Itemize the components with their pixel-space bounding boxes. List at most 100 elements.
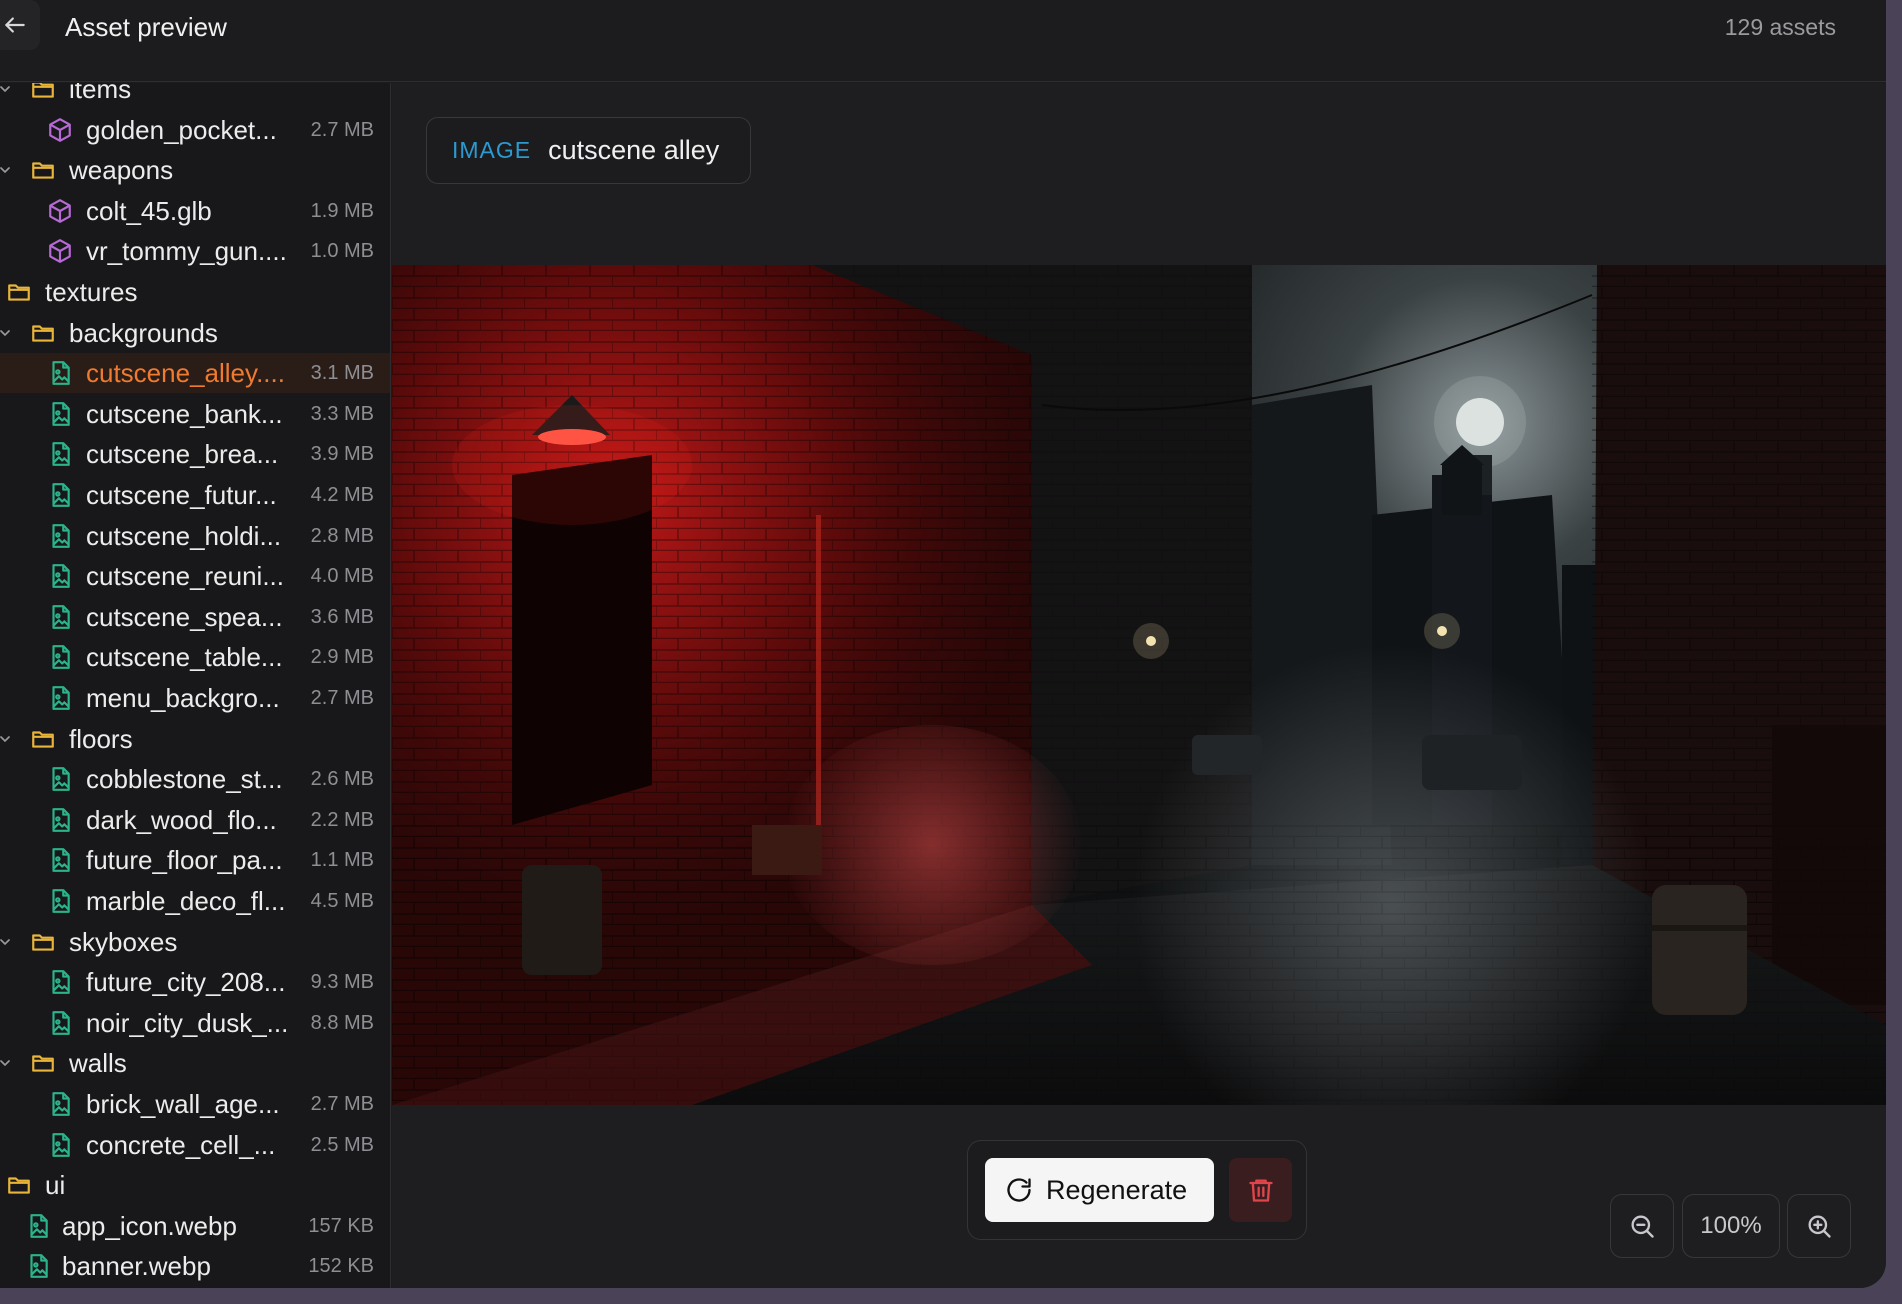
file-label: cutscene_futur... [86, 480, 277, 510]
folder-row[interactable]: textures [0, 272, 390, 312]
delete-button[interactable] [1229, 1158, 1292, 1222]
file-row[interactable]: dark_wood_flo... 2.2 MB [0, 800, 390, 840]
file-row[interactable]: golden_pocket... 2.7 MB [0, 110, 390, 150]
file-size: 2.9 MB [310, 646, 374, 669]
file-label: cutscene_bank... [86, 398, 283, 429]
folder-row[interactable]: backgrounds [0, 313, 390, 353]
file-row[interactable]: cutscene_futur... 4.2 MB [0, 475, 390, 515]
asset-action-bar: Regenerate [967, 1140, 1307, 1240]
file-row[interactable]: colt_45.glb 1.9 MB [0, 191, 390, 231]
folder-row[interactable]: ui [0, 1165, 390, 1205]
image-file-icon [47, 563, 73, 589]
asset-type-label: IMAGE [452, 137, 532, 163]
zoom-out-icon [1631, 1215, 1654, 1238]
file-size: 3.1 MB [310, 362, 374, 385]
file-size: 1.9 MB [310, 199, 374, 222]
folder-row[interactable]: items [0, 83, 390, 109]
file-row[interactable]: future_city_208... 9.3 MB [0, 962, 390, 1002]
folder-row[interactable]: skyboxes [0, 922, 390, 962]
image-file-icon [47, 847, 73, 873]
alley-scene-image [392, 265, 1886, 1105]
file-size: 2.7 MB [310, 1093, 374, 1115]
asset-tree-sidebar: items golden_pocket... 2.7 MB weapons colt_4… [0, 83, 391, 1288]
file-size: 1.0 MB [310, 240, 374, 263]
folder-icon [30, 929, 56, 955]
folder-label: skyboxes [69, 926, 178, 957]
folder-icon [6, 1172, 32, 1198]
file-row[interactable]: noir_city_dusk_... 8.8 MB [0, 1003, 390, 1043]
image-file-icon [25, 1213, 51, 1239]
file-row[interactable]: future_floor_pa... 1.1 MB [0, 840, 390, 880]
image-file-icon [47, 888, 73, 914]
file-row[interactable]: cutscene_alley.... 3.1 MB [0, 353, 390, 394]
image-preview[interactable] [392, 265, 1886, 1105]
file-label: app_icon.webp [62, 1210, 237, 1241]
image-file-icon [25, 1253, 51, 1279]
image-file-icon [47, 401, 73, 427]
chevron-down-icon[interactable] [0, 934, 13, 950]
folder-label: walls [69, 1048, 127, 1079]
chevron-down-icon[interactable] [0, 83, 13, 97]
folder-label: ui [45, 1170, 66, 1201]
trash-icon [1248, 1179, 1273, 1202]
file-label: cutscene_alley.... [86, 358, 285, 389]
zoom-out-button[interactable] [1610, 1194, 1674, 1258]
file-row[interactable]: cutscene_reuni... 4.0 MB [0, 556, 390, 596]
image-file-icon [47, 807, 73, 833]
folder-label: backgrounds [69, 317, 218, 348]
file-row[interactable]: banner.webp 152 KB [0, 1246, 390, 1286]
chevron-down-icon[interactable] [0, 325, 13, 341]
folder-icon [30, 726, 56, 752]
file-label: cobblestone_st... [86, 764, 283, 795]
file-label: golden_pocket... [86, 114, 277, 145]
file-row[interactable]: menu_backgro... 2.7 MB [0, 678, 390, 718]
file-label: vr_tommy_gun.... [86, 236, 287, 267]
image-file-icon [47, 766, 73, 792]
folder-row[interactable]: floors [0, 719, 390, 759]
folder-row[interactable]: weapons [0, 150, 390, 190]
folder-label: weapons [69, 155, 174, 186]
image-file-icon [47, 604, 73, 630]
file-row[interactable]: marble_deco_fl... 4.5 MB [0, 881, 390, 921]
regenerate-button[interactable]: Regenerate [985, 1158, 1214, 1222]
file-row[interactable]: app_icon.webp 157 KB [0, 1206, 390, 1246]
asset-title-card: IMAGE cutscene alley [426, 117, 751, 184]
file-row[interactable]: vr_tommy_gun.... 1.0 MB [0, 231, 390, 271]
file-row[interactable]: cutscene_holdi... 2.8 MB [0, 516, 390, 556]
folder-label: items [69, 83, 132, 104]
file-label: cutscene_table... [86, 642, 283, 673]
file-size: 1.1 MB [310, 849, 374, 872]
file-row[interactable]: cobblestone_st... 2.6 MB [0, 759, 390, 799]
folder-icon [30, 320, 56, 346]
file-size: 2.7 MB [310, 118, 374, 141]
file-row[interactable]: cutscene_table... 2.9 MB [0, 637, 390, 677]
page-title: Asset preview [65, 12, 227, 42]
file-row[interactable]: cutscene_bank... 3.3 MB [0, 394, 390, 434]
cube-icon [47, 238, 73, 264]
file-row[interactable]: cutscene_spea... 3.6 MB [0, 597, 390, 637]
zoom-in-button[interactable] [1787, 1194, 1851, 1258]
back-button[interactable] [0, 0, 40, 50]
chevron-down-icon[interactable] [0, 1055, 13, 1071]
chevron-down-icon[interactable] [0, 162, 13, 178]
file-size: 2.2 MB [310, 808, 374, 831]
file-row[interactable]: cutscene_brea... 3.9 MB [0, 434, 390, 474]
file-label: brick_wall_age... [86, 1089, 280, 1119]
file-label: banner.webp [62, 1251, 211, 1282]
file-size: 4.0 MB [310, 565, 374, 588]
image-file-icon [47, 685, 73, 711]
file-label: cutscene_holdi... [86, 520, 282, 551]
folder-icon [30, 83, 56, 102]
folder-icon [30, 1050, 56, 1076]
file-size: 9.3 MB [310, 971, 374, 994]
chevron-down-icon[interactable] [0, 731, 13, 747]
file-size: 4.5 MB [310, 890, 374, 912]
folder-row[interactable]: walls [0, 1043, 390, 1083]
file-label: cutscene_reuni... [86, 561, 285, 592]
file-row[interactable]: brick_wall_age... 2.7 MB [0, 1084, 390, 1124]
file-row[interactable]: concrete_cell_... 2.5 MB [0, 1125, 390, 1165]
asset-count: 129 assets [1724, 14, 1836, 40]
folder-icon [6, 279, 32, 305]
zoom-in-icon [1808, 1215, 1831, 1238]
file-label: menu_backgro... [86, 683, 280, 713]
